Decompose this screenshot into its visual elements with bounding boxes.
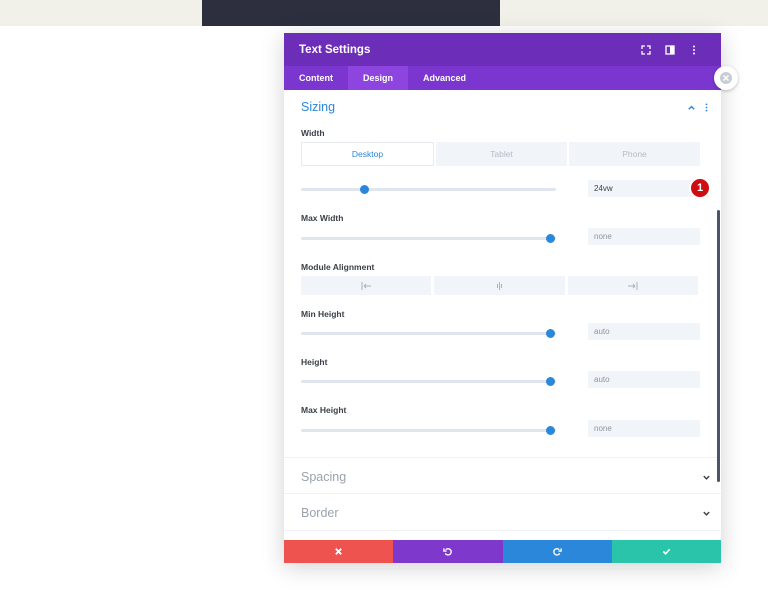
section-divider [284, 457, 721, 458]
chevron-up-icon[interactable] [687, 103, 696, 112]
chevron-down-icon[interactable] [702, 509, 711, 518]
modal-tabs: Content Design Advanced [284, 66, 721, 90]
modal-header: Text Settings [284, 33, 721, 66]
height-value-input[interactable]: auto [588, 371, 700, 388]
module-alignment-label: Module Alignment [301, 262, 375, 272]
align-left-button[interactable] [301, 276, 432, 295]
annotation-badge: 1 [689, 177, 711, 199]
save-check-icon [662, 548, 671, 555]
align-left-icon [361, 281, 371, 290]
modal-title: Text Settings [299, 43, 371, 56]
redo-icon [552, 548, 562, 556]
width-label: Width [301, 128, 325, 138]
chevron-down-icon[interactable] [702, 473, 711, 482]
spacing-title: Spacing [301, 470, 347, 484]
modal-body: Sizing Width Desktop Tablet Phone 24vw 1… [284, 90, 721, 543]
section-divider [284, 530, 721, 531]
split-view-icon[interactable] [658, 44, 682, 55]
align-right-icon [628, 281, 638, 290]
min-height-label: Min Height [301, 309, 345, 319]
close-modal-button[interactable] [714, 66, 738, 90]
sizing-section-header[interactable]: Sizing [301, 100, 711, 114]
max-height-label: Max Height [301, 405, 347, 415]
more-options-icon[interactable] [682, 45, 706, 55]
border-section-header[interactable]: Border [301, 506, 711, 520]
min-height-slider-thumb[interactable] [546, 329, 556, 338]
module-alignment-buttons [301, 276, 698, 295]
tab-content[interactable]: Content [284, 66, 348, 90]
device-tab-phone[interactable]: Phone [569, 142, 700, 166]
device-tab-tablet[interactable]: Tablet [436, 142, 567, 166]
max-width-slider[interactable] [301, 234, 556, 243]
device-tabs: Desktop Tablet Phone [301, 142, 700, 166]
more-options-icon[interactable] [702, 102, 711, 112]
align-center-button[interactable] [434, 276, 565, 295]
modal-scrollbar[interactable] [717, 210, 720, 482]
min-height-slider[interactable] [301, 329, 556, 338]
spacing-section-header[interactable]: Spacing [301, 470, 711, 484]
save-button[interactable] [611, 540, 721, 563]
cancel-icon [335, 548, 342, 555]
tab-design[interactable]: Design [348, 66, 409, 90]
align-center-icon [496, 281, 502, 290]
fullscreen-icon[interactable] [634, 44, 658, 55]
cancel-button[interactable] [284, 540, 394, 563]
min-height-value-input[interactable]: auto [588, 323, 700, 340]
undo-icon [443, 548, 453, 556]
tab-advanced[interactable]: Advanced [408, 66, 481, 90]
section-divider [284, 493, 721, 494]
page-dark-block [202, 0, 500, 26]
redo-button[interactable] [502, 540, 612, 563]
width-value-input[interactable]: 24vw [588, 180, 700, 197]
width-slider-thumb[interactable] [360, 185, 370, 194]
height-slider[interactable] [301, 377, 556, 386]
height-label: Height [301, 357, 328, 367]
device-tab-desktop[interactable]: Desktop [301, 142, 434, 166]
text-settings-modal: Text Settings Content Design Advanced Si… [284, 33, 721, 563]
border-title: Border [301, 506, 339, 520]
max-height-value-input[interactable]: none [588, 420, 700, 437]
max-width-value-input[interactable]: none [588, 228, 700, 245]
max-height-slider-thumb[interactable] [546, 426, 556, 435]
undo-button[interactable] [393, 540, 503, 563]
height-slider-thumb[interactable] [546, 377, 556, 386]
modal-footer [284, 540, 721, 563]
width-slider[interactable] [301, 185, 556, 194]
sizing-title: Sizing [301, 100, 336, 114]
max-width-slider-thumb[interactable] [546, 234, 556, 243]
max-width-label: Max Width [301, 213, 344, 223]
max-height-slider[interactable] [301, 426, 556, 435]
align-right-button[interactable] [567, 276, 698, 295]
close-icon [720, 72, 732, 84]
